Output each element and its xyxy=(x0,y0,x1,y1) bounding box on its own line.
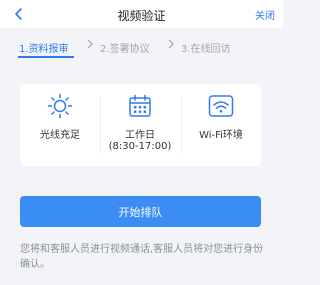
requirement-wifi: Wi-Fi环境 xyxy=(181,84,261,166)
info-note: 您将和客服人员进行视频通话,客服人员将对您进行身份确认。 xyxy=(20,244,264,270)
requirement-label: 光线充足 xyxy=(40,130,80,141)
step-1: 1.资料报审 xyxy=(19,44,69,55)
step-2: 2.签署协议 xyxy=(100,44,150,55)
close-button[interactable]: 关闭 xyxy=(255,7,275,22)
active-step-underline xyxy=(18,56,74,58)
requirement-label: Wi-Fi环境 xyxy=(199,130,243,141)
wifi-icon xyxy=(208,95,234,117)
requirement-workday: 工作日 (8:30-17:00) xyxy=(100,84,180,166)
step-3: 3.在线回访 xyxy=(181,44,231,55)
requirement-light: 光线充足 xyxy=(20,84,100,166)
requirements-card: 光线充足 工作日 (8:30-17:00) Wi-Fi环境 xyxy=(20,84,261,166)
sun-icon xyxy=(47,93,73,119)
requirement-label: 工作日 xyxy=(125,130,155,141)
chevron-right-icon xyxy=(168,39,174,49)
requirement-hours: (8:30-17:00) xyxy=(108,141,172,152)
top-navbar: 视频验证 关闭 xyxy=(0,0,283,28)
page-title: 视频验证 xyxy=(117,9,166,23)
chevron-right-icon xyxy=(87,39,93,49)
start-queue-button[interactable]: 开始排队 xyxy=(20,196,261,227)
calendar-icon xyxy=(129,94,151,117)
step-indicator: 1.资料报审 2.签署协议 3.在线回访 xyxy=(0,32,283,58)
